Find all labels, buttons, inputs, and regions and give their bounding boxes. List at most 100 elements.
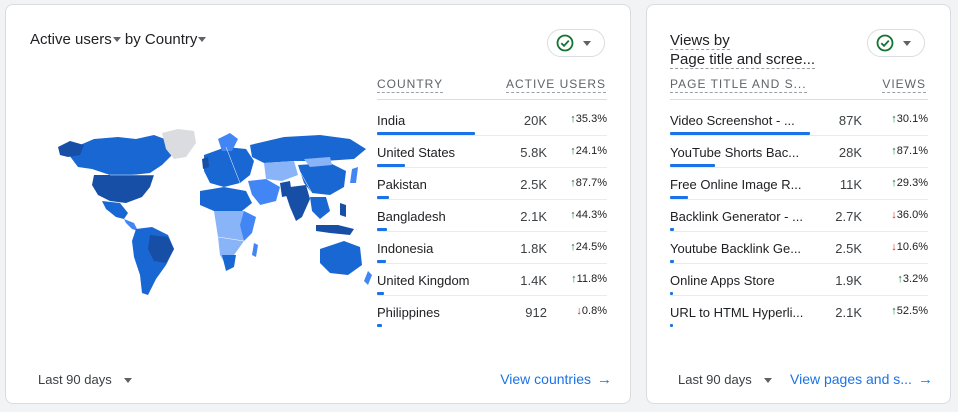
row-value: 87K — [838, 113, 862, 128]
date-range-selector[interactable]: Last 90 days — [38, 372, 132, 387]
row-name: Indonesia — [377, 241, 434, 256]
row-value: 2.1K — [520, 209, 547, 224]
row-name: Bangladesh — [377, 209, 446, 224]
dimension-label[interactable]: Page title and scree... — [670, 51, 816, 69]
table-row[interactable]: Indonesia 1.8K ↑24.5% — [377, 231, 607, 264]
change-percent: 36.0% — [896, 209, 928, 221]
chevron-down-icon — [583, 41, 591, 46]
column-header-page-title[interactable]: PAGE TITLE AND S... — [670, 77, 807, 93]
table-row[interactable]: Philippines 912 ↓0.8% — [377, 295, 607, 327]
metric-selector[interactable]: Active users — [30, 31, 121, 48]
map-region-southeast-asia — [310, 197, 330, 219]
row-change: ↑87.1% — [891, 145, 928, 157]
row-value: 11K — [839, 177, 862, 192]
change-percent: 87.7% — [575, 177, 607, 189]
row-value: 2.7K — [835, 209, 862, 224]
row-name: Pakistan — [377, 177, 427, 192]
change-percent: 3.2% — [902, 273, 928, 285]
view-pages-link[interactable]: View pages and s... → — [790, 371, 933, 388]
row-value: 1.9K — [835, 273, 862, 288]
map-region-europe — [204, 147, 254, 187]
header-divider — [377, 99, 607, 100]
change-percent: 52.5% — [896, 305, 928, 317]
map-region-uk — [202, 157, 209, 169]
table-row[interactable]: Video Screenshot - ... 87K ↑30.1% — [670, 103, 928, 136]
map-region-middle-east — [248, 179, 280, 205]
header-divider — [670, 99, 928, 100]
arrow-right-icon: → — [917, 371, 933, 388]
table-row[interactable]: YouTube Shorts Bac... 28K ↑87.1% — [670, 135, 928, 168]
date-range-selector[interactable]: Last 90 days — [678, 372, 772, 387]
card-title: Views by Page title and scree... — [670, 31, 816, 69]
change-percent: 30.1% — [896, 113, 928, 125]
row-value: 2.1K — [835, 305, 862, 320]
row-value: 20K — [523, 113, 547, 128]
change-percent: 87.1% — [896, 145, 928, 157]
row-value: 1.4K — [520, 273, 547, 288]
map-region-madagascar — [252, 243, 258, 257]
card-title: Active users by Country — [30, 31, 207, 48]
view-countries-link[interactable]: View countries → — [500, 371, 612, 388]
row-change: ↑52.5% — [891, 305, 928, 317]
chevron-down-icon — [198, 36, 207, 42]
by-label: by — [124, 31, 141, 48]
change-percent: 10.6% — [896, 241, 928, 253]
chevron-down-icon — [123, 378, 132, 384]
table-row[interactable]: Backlink Generator - ... 2.7K ↓36.0% — [670, 199, 928, 232]
table-row[interactable]: Bangladesh 2.1K ↑44.3% — [377, 199, 607, 232]
active-users-by-country-card: Active users by Country COUNTRY ACTIVE U… — [5, 4, 631, 404]
row-value: 5.8K — [520, 145, 547, 160]
row-change: ↑30.1% — [891, 113, 928, 125]
change-percent: 24.5% — [575, 241, 607, 253]
world-map[interactable] — [54, 125, 374, 305]
change-percent: 44.3% — [575, 209, 607, 221]
table-row[interactable]: Free Online Image R... 11K ↑29.3% — [670, 167, 928, 200]
row-name: Philippines — [377, 305, 440, 320]
row-value: 2.5K — [520, 177, 547, 192]
map-region-north-africa — [200, 187, 252, 211]
table-row[interactable]: Pakistan 2.5K ↑87.7% — [377, 167, 607, 200]
change-percent: 29.3% — [896, 177, 928, 189]
row-name: YouTube Shorts Bac... — [670, 145, 800, 160]
row-change: ↑11.8% — [571, 273, 607, 285]
row-value: 2.5K — [835, 241, 862, 256]
row-change: ↑24.5% — [570, 241, 607, 253]
map-region-alaska — [58, 141, 84, 157]
map-region-central-asia — [264, 161, 298, 181]
change-percent: 24.1% — [575, 145, 607, 157]
table-row[interactable]: Youtube Backlink Ge... 2.5K ↓10.6% — [670, 231, 928, 264]
metric-label: Active users — [30, 31, 112, 48]
table-row[interactable]: United Kingdom 1.4K ↑11.8% — [377, 263, 607, 296]
row-value: 912 — [525, 305, 547, 320]
map-region-south-africa — [222, 255, 236, 271]
row-name: URL to HTML Hyperli... — [670, 305, 804, 320]
column-header-country[interactable]: COUNTRY — [377, 77, 444, 93]
row-value: 28K — [838, 145, 862, 160]
change-percent: 35.3% — [575, 113, 607, 125]
table-row[interactable]: Online Apps Store 1.9K ↑3.2% — [670, 263, 928, 296]
table-row[interactable]: India 20K ↑35.3% — [377, 103, 607, 136]
map-region-indonesia — [316, 225, 354, 235]
row-change: ↑3.2% — [897, 273, 928, 285]
chevron-down-icon — [763, 378, 772, 384]
map-region-new-zealand — [364, 271, 372, 285]
row-change: ↑29.3% — [891, 177, 928, 189]
data-quality-status-button[interactable] — [867, 29, 925, 57]
row-name: Free Online Image R... — [670, 177, 802, 192]
map-region-india — [286, 185, 310, 221]
column-header-views[interactable]: VIEWS — [882, 77, 926, 93]
dimension-label: Country — [144, 31, 198, 48]
metric-label[interactable]: Views by — [670, 32, 730, 50]
table-row[interactable]: United States 5.8K ↑24.1% — [377, 135, 607, 168]
row-change: ↑44.3% — [570, 209, 607, 221]
dimension-selector[interactable]: Country — [145, 31, 207, 48]
row-value: 1.8K — [520, 241, 547, 256]
row-name: United States — [377, 145, 456, 160]
data-quality-status-button[interactable] — [547, 29, 605, 57]
change-percent: 0.8% — [581, 305, 607, 317]
share-bar — [377, 324, 382, 327]
chevron-down-icon — [903, 41, 911, 46]
column-header-active-users[interactable]: ACTIVE USERS — [505, 77, 606, 93]
table-row[interactable]: URL to HTML Hyperli... 2.1K ↑52.5% — [670, 295, 928, 327]
row-name: Youtube Backlink Ge... — [670, 241, 802, 256]
